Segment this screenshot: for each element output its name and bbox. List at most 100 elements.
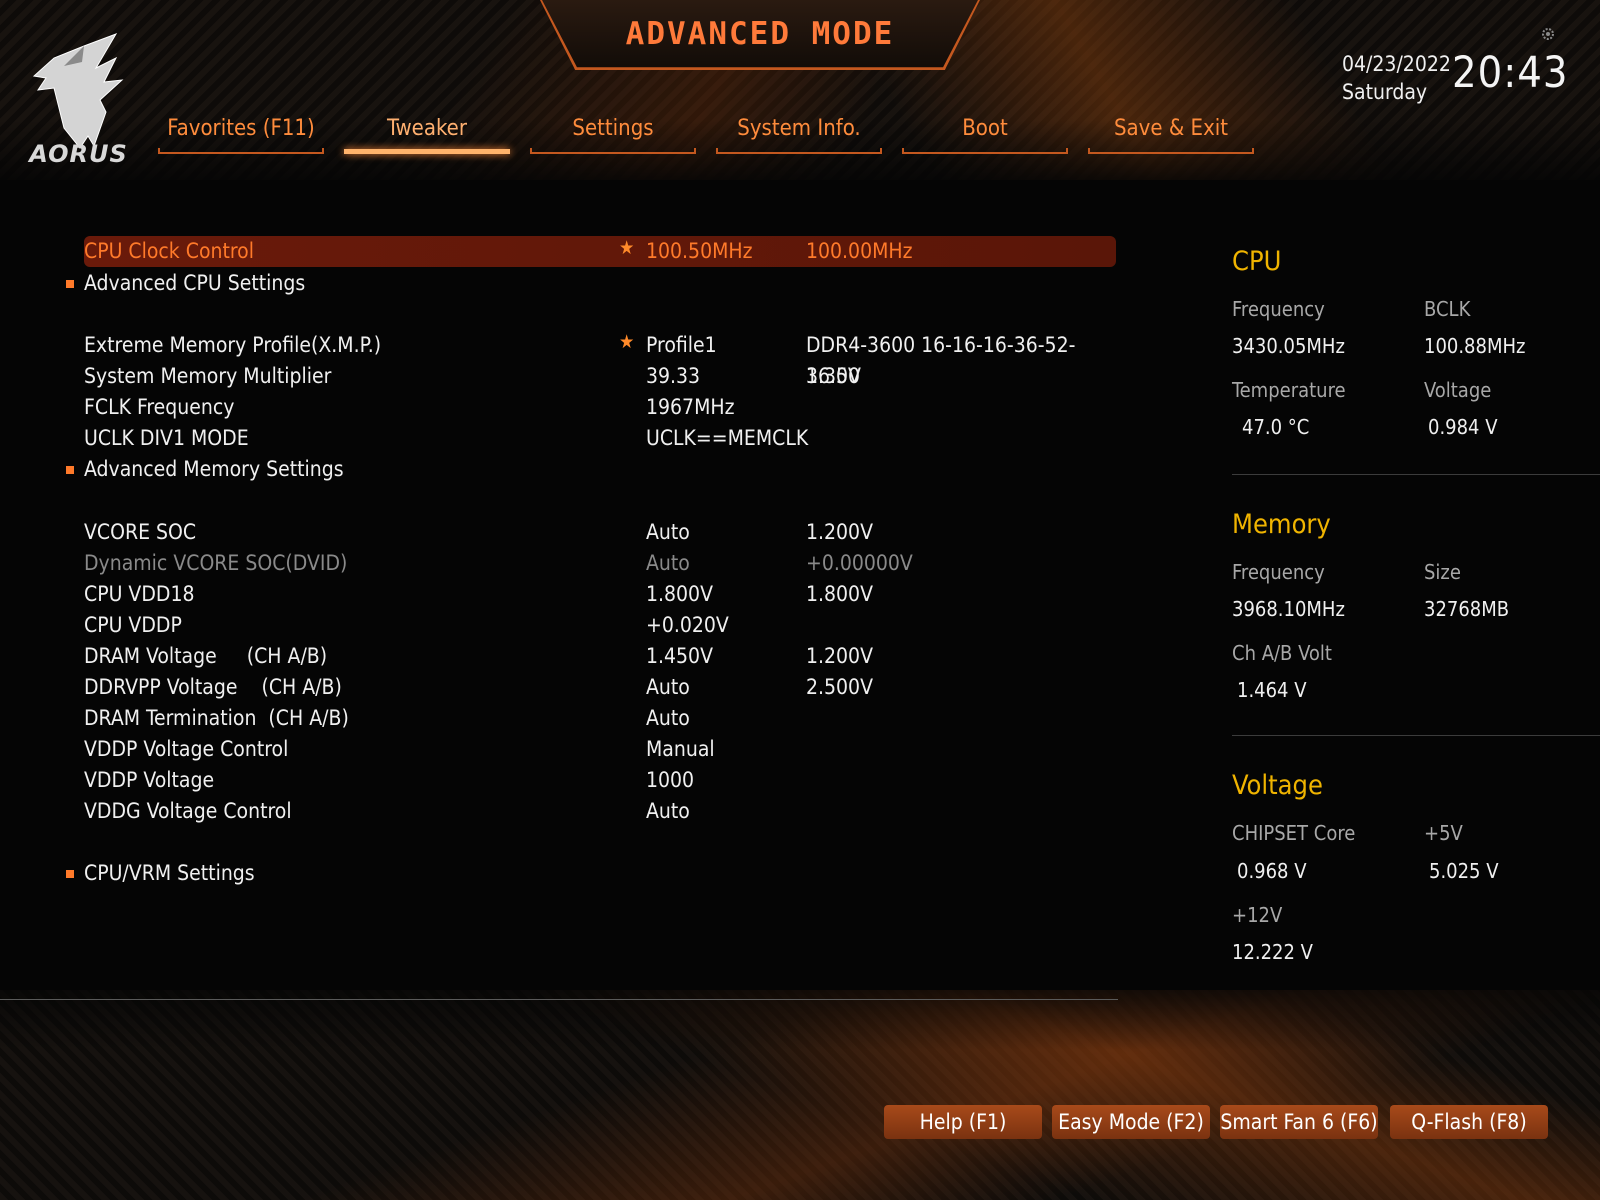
setting-vddg-voltage-control[interactable]: VDDG Voltage Control Auto — [84, 796, 1116, 827]
setting-value: 1.800V — [646, 582, 713, 606]
setting-cpu-vdd18[interactable]: CPU VDD18 1.800V 1.800V — [84, 579, 1116, 610]
panel-memory-title: Memory — [1232, 509, 1331, 540]
setting-vcore-soc[interactable]: VCORE SOC Auto 1.200V — [84, 517, 1116, 548]
main-divider — [0, 999, 1118, 1000]
logo-text: AORUS — [29, 140, 128, 168]
setting-uclk-div1-mode[interactable]: UCLK DIV1 MODE UCLK==MEMCLK — [84, 423, 1116, 454]
cpu-voltage-value: 0.984 V — [1428, 415, 1498, 439]
tab-label: Save & Exit — [1113, 116, 1229, 141]
setting-label: CPU/VRM Settings — [84, 861, 255, 885]
cpu-temperature-value: 47.0 °C — [1242, 415, 1310, 439]
date-display: 04/23/2022 Saturday — [1342, 50, 1451, 106]
setting-dram-voltage[interactable]: DRAM Voltage (CH A/B) 1.450V 1.200V — [84, 641, 1116, 672]
setting-vddp-voltage[interactable]: VDDP Voltage 1000 — [84, 765, 1116, 796]
time-display: 20:43 — [1452, 48, 1569, 98]
p12v-label: +12V — [1232, 903, 1283, 927]
setting-value: 1.450V — [646, 644, 713, 668]
memory-size-label: Size — [1424, 560, 1461, 584]
star-icon: ★ — [619, 237, 635, 259]
cpu-bclk-value: 100.88MHz — [1424, 334, 1526, 358]
setting-value: 1000 — [646, 768, 695, 792]
setting-value: Auto — [646, 706, 690, 730]
memory-chab-label: Ch A/B Volt — [1232, 641, 1332, 665]
chipset-core-value: 0.968 V — [1237, 859, 1307, 883]
setting-value: +0.020V — [646, 613, 729, 637]
p5v-label: +5V — [1424, 821, 1463, 845]
setting-current: 1.200V — [806, 520, 873, 544]
cpu-bclk-label: BCLK — [1424, 297, 1471, 321]
setting-current: 100.00MHz — [806, 239, 913, 263]
setting-current: +0.00000V — [806, 551, 913, 575]
setting-label: FCLK Frequency — [84, 395, 235, 419]
smart-fan-button[interactable]: Smart Fan 6 (F6) — [1220, 1105, 1378, 1139]
setting-system-memory-multiplier[interactable]: System Memory Multiplier 39.33 36.00 — [84, 361, 1116, 392]
setting-label: VDDP Voltage Control — [84, 737, 289, 761]
tab-tweaker[interactable]: Tweaker — [344, 112, 510, 154]
tab-underline — [530, 148, 696, 154]
submenu-cpu-vrm-settings[interactable]: CPU/VRM Settings — [66, 858, 1116, 889]
setting-label: CPU VDDP — [84, 613, 182, 637]
setting-vddp-voltage-control[interactable]: VDDP Voltage Control Manual — [84, 734, 1116, 765]
gear-icon[interactable] — [1540, 26, 1556, 42]
cpu-frequency-label: Frequency — [1232, 297, 1325, 321]
submenu-advanced-memory-settings[interactable]: Advanced Memory Settings — [66, 454, 1116, 485]
tab-label: Settings — [572, 116, 654, 141]
setting-label: Advanced Memory Settings — [84, 457, 344, 481]
submenu-bullet-icon — [66, 280, 74, 288]
setting-ddrvpp-voltage[interactable]: DDRVPP Voltage (CH A/B) Auto 2.500V — [84, 672, 1116, 703]
page-title: ADVANCED MODE — [625, 16, 895, 52]
cpu-voltage-label: Voltage — [1424, 378, 1492, 402]
setting-label: DDRVPP Voltage (CH A/B) — [84, 675, 342, 699]
tab-settings[interactable]: Settings — [530, 112, 696, 154]
setting-label: CPU VDD18 — [84, 582, 195, 606]
submenu-advanced-cpu-settings[interactable]: Advanced CPU Settings — [66, 268, 1116, 299]
setting-value: Auto — [646, 675, 690, 699]
setting-current: 2.500V — [806, 675, 873, 699]
setting-value: Manual — [646, 737, 715, 761]
chipset-core-label: CHIPSET Core — [1232, 821, 1356, 845]
setting-cpu-vddp[interactable]: CPU VDDP +0.020V — [84, 610, 1116, 641]
date-text: 04/23/2022 — [1342, 52, 1451, 76]
setting-cpu-clock-control[interactable]: CPU Clock Control ★ 100.50MHz 100.00MHz — [84, 236, 1116, 267]
tab-favorites[interactable]: Favorites (F11) — [158, 112, 324, 154]
setting-label: Dynamic VCORE SOC(DVID) — [84, 551, 348, 575]
setting-value: Auto — [646, 799, 690, 823]
memory-frequency-label: Frequency — [1232, 560, 1325, 584]
setting-label: DRAM Voltage (CH A/B) — [84, 644, 328, 668]
setting-label: CPU Clock Control — [84, 239, 254, 263]
setting-value: UCLK==MEMCLK — [646, 426, 809, 450]
p5v-value: 5.025 V — [1429, 859, 1499, 883]
setting-fclk-frequency[interactable]: FCLK Frequency 1967MHz — [84, 392, 1116, 423]
tab-label: System Info. — [737, 116, 861, 141]
setting-current: 1.200V — [806, 644, 873, 668]
footer-fade — [0, 970, 1600, 1050]
tab-label: Favorites (F11) — [167, 116, 315, 141]
setting-label: VCORE SOC — [84, 520, 197, 544]
tab-label: Boot — [962, 116, 1008, 141]
tab-system-info[interactable]: System Info. — [716, 112, 882, 154]
easy-mode-button[interactable]: Easy Mode (F2) — [1052, 1105, 1210, 1139]
submenu-bullet-icon — [66, 466, 74, 474]
tab-save-exit[interactable]: Save & Exit — [1088, 112, 1254, 154]
tab-underline — [158, 148, 324, 154]
setting-label: Extreme Memory Profile(X.M.P.) — [84, 333, 382, 357]
setting-value: 39.33 — [646, 364, 701, 388]
setting-xmp[interactable]: Extreme Memory Profile(X.M.P.) ★ Profile… — [84, 330, 1116, 388]
tab-underline — [902, 148, 1068, 154]
tab-label: Tweaker — [387, 116, 467, 141]
setting-label: VDDG Voltage Control — [84, 799, 292, 823]
setting-dram-termination[interactable]: DRAM Termination (CH A/B) Auto — [84, 703, 1116, 734]
setting-current: 36.00 — [806, 364, 861, 388]
setting-value: Auto — [646, 551, 690, 575]
setting-label: Advanced CPU Settings — [84, 271, 306, 295]
submenu-bullet-icon — [66, 870, 74, 878]
tab-boot[interactable]: Boot — [902, 112, 1068, 154]
setting-current: 1.800V — [806, 582, 873, 606]
weekday-text: Saturday — [1342, 80, 1428, 104]
q-flash-button[interactable]: Q-Flash (F8) — [1390, 1105, 1548, 1139]
tab-underline — [1088, 148, 1254, 154]
setting-dynamic-vcore-soc: Dynamic VCORE SOC(DVID) Auto +0.00000V — [84, 548, 1116, 579]
tab-underline — [716, 148, 882, 154]
panel-cpu-title: CPU — [1232, 246, 1282, 277]
help-button[interactable]: Help (F1) — [884, 1105, 1042, 1139]
